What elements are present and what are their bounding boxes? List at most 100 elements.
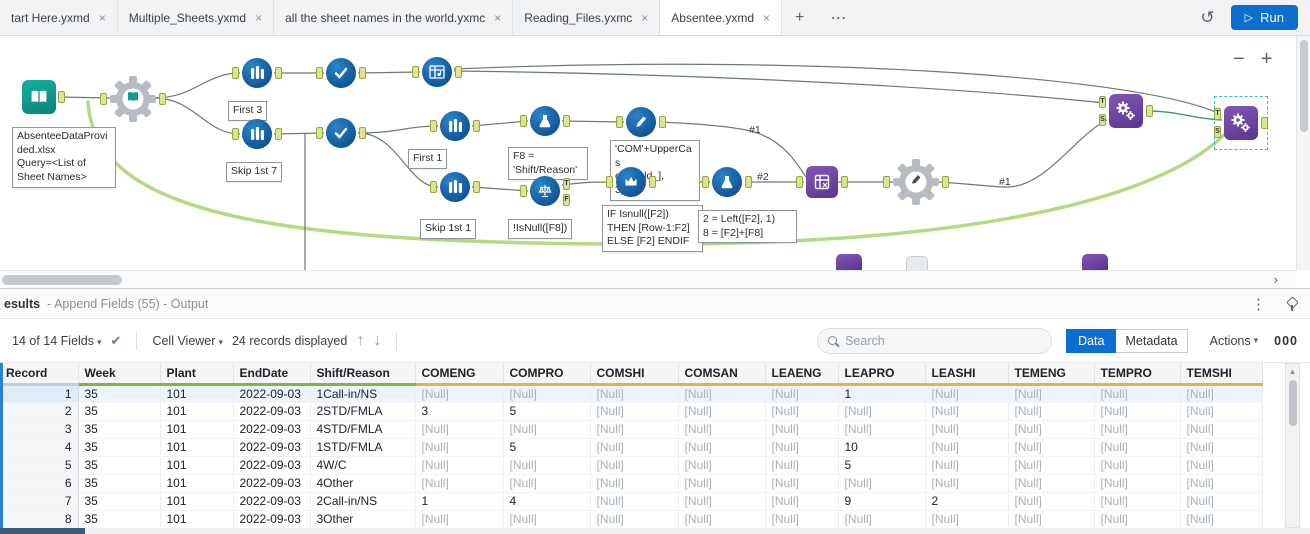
input-anchor[interactable]	[616, 116, 623, 128]
cell[interactable]: [Null]	[765, 402, 839, 421]
cell[interactable]: [Null]	[1008, 456, 1095, 475]
cell[interactable]: [Null]	[415, 384, 504, 403]
cell[interactable]: 35	[78, 420, 161, 439]
cell[interactable]: [Null]	[1180, 474, 1263, 493]
annotation-first-3[interactable]: First 3	[228, 101, 268, 121]
column-header-shift-reason[interactable]: Shift/Reason	[310, 363, 416, 386]
tool-multi-row-formula[interactable]	[606, 167, 656, 197]
scrollbar-thumb[interactable]	[1300, 40, 1308, 132]
cell[interactable]: [Null]	[925, 438, 1009, 457]
output-anchor[interactable]	[563, 115, 570, 127]
apply-check-icon[interactable]: ✔	[111, 333, 122, 349]
cell[interactable]: [Null]	[925, 420, 1009, 439]
cell[interactable]: [Null]	[765, 384, 839, 403]
output-anchor[interactable]	[473, 120, 480, 132]
cell[interactable]: 2022-09-03	[233, 510, 311, 528]
output-anchor[interactable]	[359, 127, 366, 139]
cell[interactable]: [Null]	[415, 510, 504, 528]
cell[interactable]: [Null]	[1008, 402, 1095, 421]
output-anchor[interactable]	[1261, 117, 1268, 129]
output-anchor[interactable]	[841, 176, 848, 188]
table-row[interactable]: 4 35 101 2022-09-03 1STD/FMLA [Null] 5 [Null] [N…	[0, 438, 1263, 457]
cell[interactable]: 5	[503, 438, 591, 457]
column-header-leapro[interactable]: LEAPRO	[838, 363, 926, 386]
column-header-plant[interactable]: Plant	[160, 363, 234, 386]
cell[interactable]: [Null]	[415, 438, 504, 457]
cell[interactable]: [Null]	[678, 384, 766, 403]
cell[interactable]: [Null]	[503, 420, 591, 439]
tab-close-icon[interactable]: ×	[99, 11, 106, 25]
tab-absentee-yxmd[interactable]: Absentee.yxmd ×	[660, 0, 783, 35]
cell[interactable]: [Null]	[1094, 384, 1181, 403]
tool-list-sheets-macro[interactable]	[100, 75, 166, 123]
annotation-skip-1st-1[interactable]: Skip 1st 1	[420, 219, 477, 239]
cell[interactable]: [Null]	[1180, 510, 1263, 528]
kebab-menu-icon[interactable]: ⋮	[1251, 295, 1266, 313]
zoom-in-button[interactable]: +	[1261, 48, 1273, 71]
annotation-left-formula[interactable]: 2 = Left([F2], 1) 8 = [F2]+[F8]	[698, 210, 797, 244]
tab-all-the-sheet-names-in-the-world-yxmc[interactable]: all the sheet names in the world.yxmc ×	[274, 0, 514, 35]
scrollbar-thumb[interactable]	[1289, 380, 1297, 426]
cell[interactable]: [Null]	[503, 474, 591, 493]
cell[interactable]: 1Call-in/NS	[310, 384, 416, 403]
cell[interactable]: 35	[78, 384, 161, 403]
target-input-anchor[interactable]: T	[1214, 108, 1221, 120]
output-anchor[interactable]	[455, 66, 462, 78]
tab-overflow-button[interactable]: ⋯	[817, 0, 859, 35]
column-header-temeng[interactable]: TEMENG	[1008, 363, 1095, 386]
table-row[interactable]: 2 35 101 2022-09-03 2STD/FMLA 3 5 [Null] [Null][…	[0, 402, 1263, 421]
cell[interactable]: [Null]	[678, 474, 766, 493]
cell[interactable]: [Null]	[838, 474, 926, 493]
input-anchor[interactable]	[702, 176, 709, 188]
cell[interactable]: 101	[160, 384, 234, 403]
cell[interactable]: 2STD/FMLA	[310, 402, 416, 421]
cell[interactable]: [Null]	[765, 420, 839, 439]
cell[interactable]: [Null]	[590, 402, 679, 421]
tool-input-data[interactable]	[22, 80, 65, 114]
row-number[interactable]: 8	[0, 510, 79, 528]
cell[interactable]: 2022-09-03	[233, 456, 311, 475]
row-number[interactable]: 6	[0, 474, 79, 493]
annotation-multirow-formula[interactable]: IF Isnull([F2]) THEN [Row-1:F2] ELSE [F2…	[602, 205, 703, 252]
cell[interactable]: 2022-09-03	[233, 474, 311, 493]
cell[interactable]: [Null]	[1094, 474, 1181, 493]
cell[interactable]: 35	[78, 402, 161, 421]
cell[interactable]: [Null]	[678, 456, 766, 475]
cell[interactable]: [Null]	[1180, 438, 1263, 457]
cell[interactable]: [Null]	[590, 438, 679, 457]
cell[interactable]: [Null]	[1180, 402, 1263, 421]
cell[interactable]: 101	[160, 492, 234, 511]
cell[interactable]: [Null]	[678, 420, 766, 439]
cell[interactable]: [Null]	[1094, 420, 1181, 439]
tool-multi-field-formula[interactable]	[616, 107, 666, 137]
cell[interactable]: 2022-09-03	[233, 438, 311, 457]
column-header-week[interactable]: Week	[78, 363, 161, 386]
jump-down-arrow[interactable]: ↓	[373, 332, 381, 350]
cell[interactable]: 10	[838, 438, 926, 457]
results-vertical-scrollbar[interactable]: ▲	[1285, 363, 1300, 528]
jump-up-arrow[interactable]: ↑	[356, 332, 364, 350]
annotation-input-file[interactable]: AbsenteeDataProvided.xlsx Query=<List of…	[12, 127, 116, 188]
cell[interactable]: [Null]	[415, 474, 504, 493]
tab-multiple_sheets-yxmd[interactable]: Multiple_Sheets.yxmd ×	[118, 0, 275, 35]
cell[interactable]: 2Call-in/NS	[310, 492, 416, 511]
search-box[interactable]	[817, 327, 1053, 354]
column-header-enddate[interactable]: EndDate	[233, 363, 311, 386]
new-tab-button[interactable]: +	[782, 0, 817, 35]
cell[interactable]: [Null]	[838, 420, 926, 439]
tab-close-icon[interactable]: ×	[494, 11, 501, 25]
table-row[interactable]: 3 35 101 2022-09-03 4STD/FMLA [Null] [Null] [Nu…	[0, 420, 1263, 439]
cell[interactable]: 1STD/FMLA	[310, 438, 416, 457]
workflow-canvas[interactable]: AbsenteeDataProvided.xlsx Query=<List of…	[0, 36, 1310, 288]
row-number[interactable]: 1	[0, 384, 79, 403]
cell[interactable]: 35	[78, 474, 161, 493]
output-anchor[interactable]	[473, 181, 480, 193]
table-row[interactable]: 5 35 101 2022-09-03 4W/C [Null] [Null] [Null] [N…	[0, 456, 1263, 475]
cell[interactable]: [Null]	[1180, 456, 1263, 475]
input-anchor[interactable]	[232, 128, 239, 140]
column-header-record[interactable]: Record	[0, 363, 79, 386]
cell[interactable]: 4Other	[310, 474, 416, 493]
row-number[interactable]: 7	[0, 492, 79, 511]
cell[interactable]: 4W/C	[310, 456, 416, 475]
tool-sample-skip-1st-7[interactable]	[232, 119, 282, 149]
